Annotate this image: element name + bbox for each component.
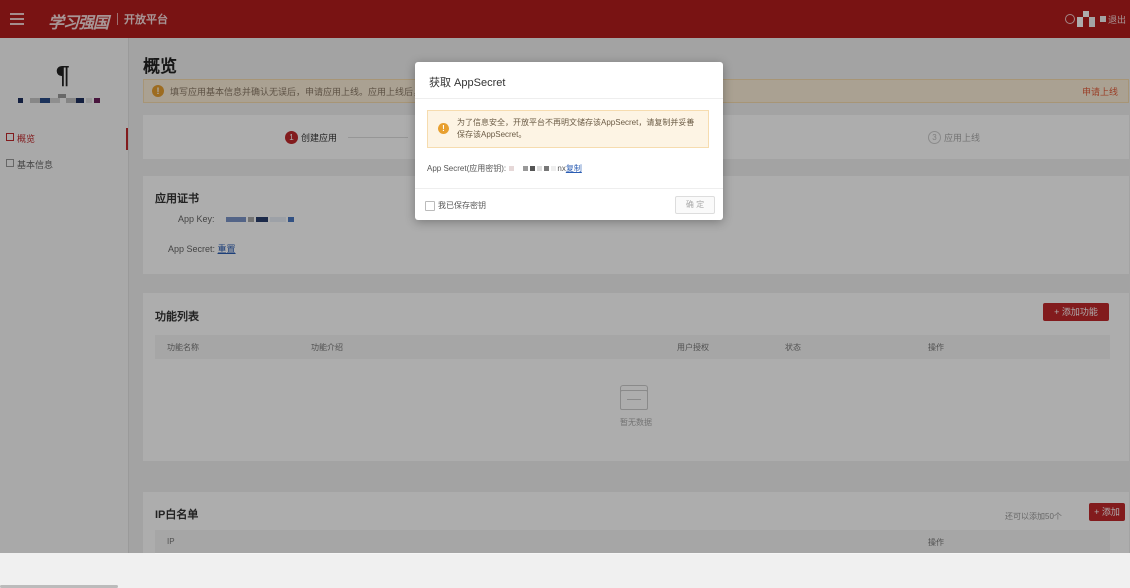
confirm-button[interactable]: 确 定: [675, 196, 715, 214]
secret-suffix: nx: [557, 164, 566, 173]
dialog-warning: ! 为了信息安全，开放平台不再明文储存该AppSecret，请复制并妥善保存该A…: [427, 110, 709, 148]
saved-key-checkbox[interactable]: [425, 201, 435, 211]
dialog-title: 获取 AppSecret: [429, 77, 506, 89]
copy-link[interactable]: 复制: [566, 164, 582, 173]
secret-label: App Secret(应用密钥):: [427, 164, 507, 173]
dialog-warning-text: 为了信息安全，开放平台不再明文储存该AppSecret，请复制并妥善保存该App…: [457, 118, 695, 139]
divider: [415, 98, 723, 99]
saved-key-label[interactable]: 我已保存密钥: [438, 200, 486, 211]
warning-icon: !: [438, 123, 449, 134]
secret-row: App Secret(应用密钥): nx复制: [427, 163, 582, 174]
get-appsecret-dialog: 获取 AppSecret ! 为了信息安全，开放平台不再明文储存该AppSecr…: [415, 62, 723, 220]
divider: [415, 188, 723, 189]
